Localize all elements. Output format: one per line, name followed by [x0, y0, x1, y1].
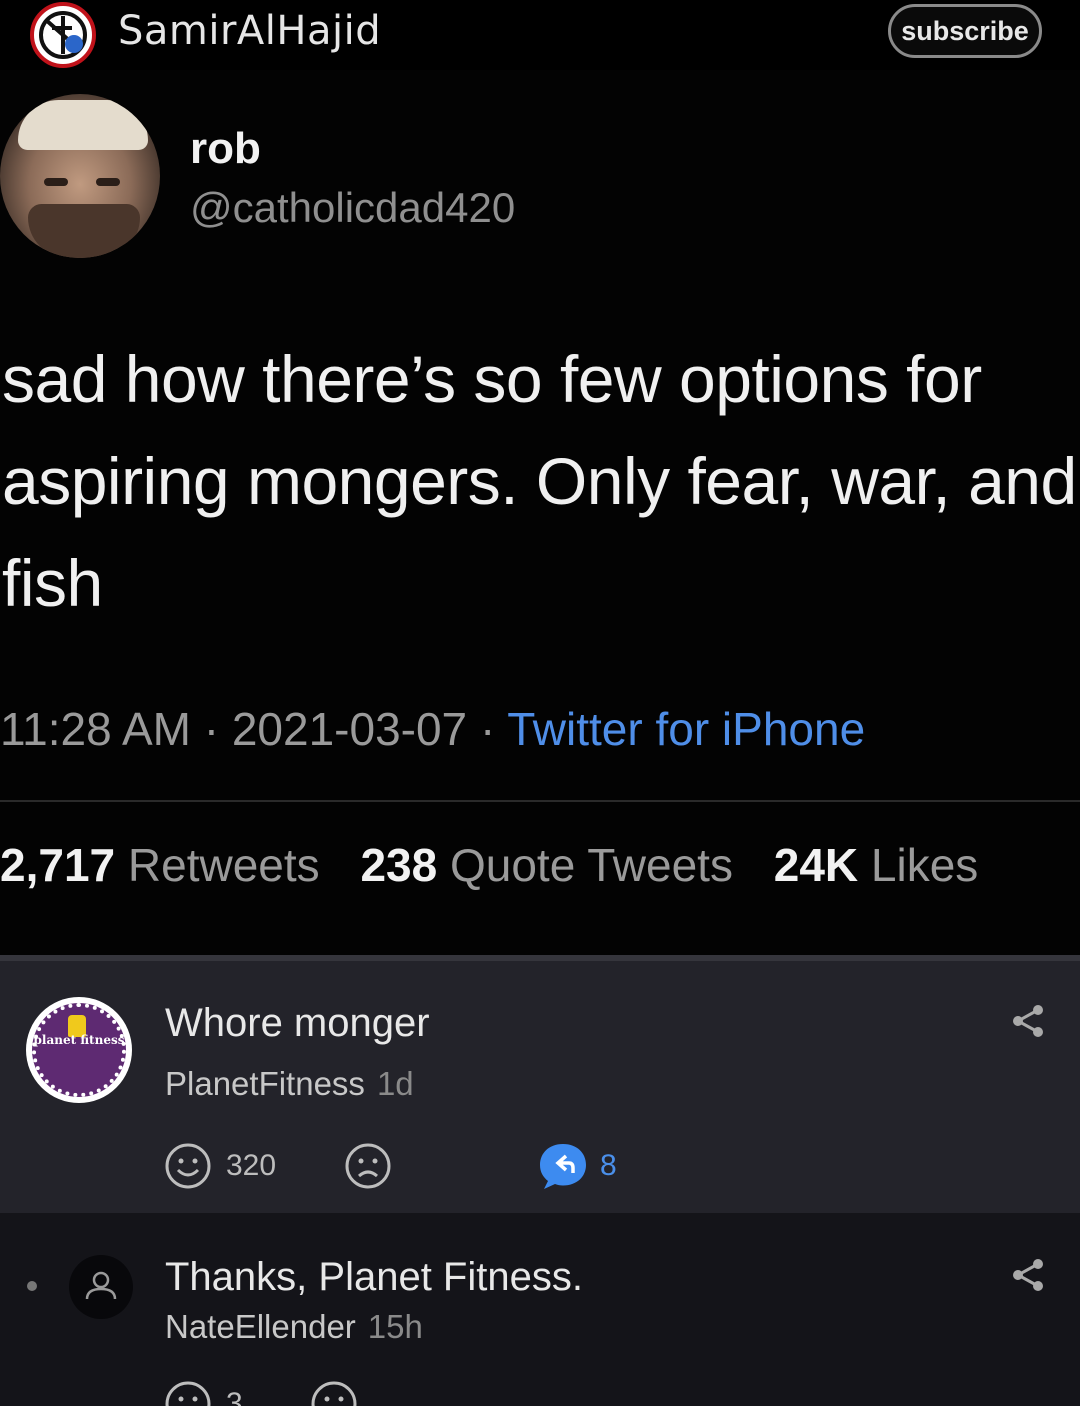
smile-icon: [165, 1143, 211, 1189]
tweet-author-handle: @catholicdad420: [190, 184, 516, 231]
comment: planet fitness Whore monger PlanetFitnes…: [0, 955, 1080, 1213]
tweet-divider: [0, 800, 1080, 802]
comment-username[interactable]: PlanetFitness: [165, 1065, 365, 1102]
upvote-button[interactable]: 320: [164, 1141, 276, 1191]
tweet-author-name: rob: [190, 124, 261, 173]
quotes-count: 238: [360, 839, 438, 891]
comment-age: 15h: [367, 1308, 423, 1345]
downvote-button[interactable]: [310, 1379, 358, 1406]
share-icon[interactable]: [1008, 1001, 1048, 1041]
frown-icon: [345, 1143, 391, 1189]
avatar-logo-text: planet fitness: [33, 1033, 125, 1047]
poster-name[interactable]: SamirAlHajid: [118, 8, 381, 54]
tweet-time: 11:28 AM: [0, 703, 191, 755]
tweet-stats: 2,717 Retweets 238 Quote Tweets 24K Like…: [0, 838, 978, 892]
likes-count: 24K: [773, 839, 859, 891]
reply-button[interactable]: 8: [538, 1141, 617, 1191]
comment-meta: NateEllender 15h: [165, 1308, 423, 1346]
commenter-avatar[interactable]: planet fitness: [26, 997, 132, 1103]
quotes-label: Quote Tweets: [449, 839, 733, 891]
comment-age: 1d: [376, 1065, 414, 1102]
share-icon[interactable]: [1008, 1255, 1048, 1295]
reply-count: 8: [600, 1149, 617, 1182]
tweet-author-avatar: [0, 94, 160, 258]
upvote-count: 3: [226, 1387, 243, 1406]
commenter-avatar[interactable]: [69, 1255, 133, 1319]
tweet-text: sad how there’s so few options for aspir…: [2, 328, 1080, 634]
tweet-text-line: sad how there’s so few options for: [2, 342, 982, 416]
comment-text: Whore monger: [165, 1001, 430, 1045]
comment: Thanks, Planet Fitness. NateEllender 15h …: [0, 1213, 1080, 1406]
tweet-image[interactable]: rob @catholicdad420 sad how there’s so f…: [0, 70, 1080, 955]
smile-icon: [165, 1381, 211, 1406]
poster-avatar[interactable]: [30, 2, 96, 68]
thread-bullet: [27, 1281, 37, 1291]
tweet-text-line: fish: [2, 546, 103, 620]
retweets-label: Retweets: [127, 839, 320, 891]
upvote-count: 320: [226, 1149, 277, 1182]
downvote-button[interactable]: [344, 1141, 392, 1191]
comment-meta: PlanetFitness 1d: [165, 1065, 414, 1103]
upvote-button[interactable]: 3: [164, 1379, 243, 1406]
poster-avatar-logo-icon: [39, 11, 87, 59]
tweet-source: Twitter for iPhone: [507, 703, 866, 755]
frown-icon: [311, 1381, 357, 1406]
tweet-meta: 11:28 AM · 2021-03-07 · Twitter for iPho…: [0, 703, 866, 755]
comment-text: Thanks, Planet Fitness.: [165, 1255, 583, 1299]
subscribe-button[interactable]: subscribe: [888, 4, 1042, 58]
tweet-text-line: aspiring mongers. Only fear, war, and: [2, 444, 1077, 518]
user-icon: [85, 1271, 117, 1300]
post-header: SamirAlHajid subscribe: [0, 0, 1080, 70]
comment-username[interactable]: NateEllender: [165, 1308, 356, 1345]
reply-bubble-icon: [540, 1144, 586, 1189]
retweets-count: 2,717: [0, 839, 116, 891]
tweet-date: 2021-03-07: [231, 703, 468, 755]
likes-label: Likes: [870, 839, 979, 891]
